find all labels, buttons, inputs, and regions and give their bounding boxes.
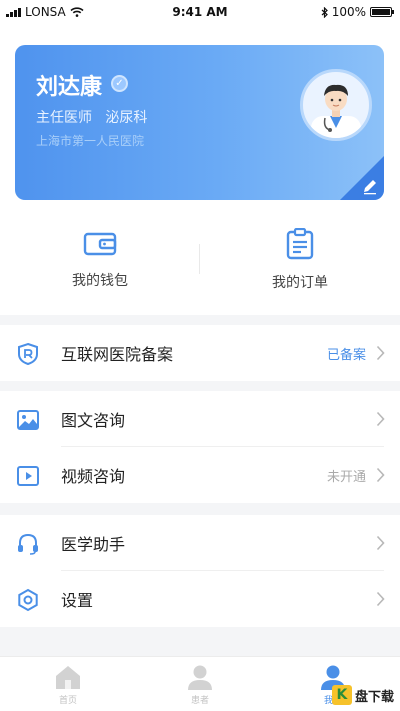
tab-label: 首页 [58,696,77,706]
status-bar: LONSA 9:41 AM 100% [0,0,400,24]
home-icon [56,666,80,689]
wallet-icon [83,232,117,256]
filing-status: 已备案 [326,347,366,363]
video-consult-status: 未开通 [326,469,366,485]
chevron-right-icon [376,345,385,361]
watermark-brand: 盘下载 [354,689,394,705]
doctor-profile-card[interactable]: 刘达康 ✓ 主任医师 泌尿科 上海市第一人民医院 [15,45,384,200]
doctor-hospital: 上海市第一人民医院 [36,134,145,148]
battery-percent: 100% [331,5,366,19]
shield-icon [18,342,38,366]
bluetooth-icon [321,6,328,18]
list-item-label: 视频咨询 [61,467,126,486]
list-item-medical-assistant[interactable]: 医学助手 [0,515,400,571]
doctor-name: 刘达康 [36,75,103,100]
doctor-title: 主任医师 [36,110,92,126]
watermark: K 盘下载 [331,685,394,705]
orders-button[interactable]: 我的订单 [200,228,400,292]
patients-icon [188,665,212,690]
verified-badge-icon: ✓ [111,75,128,92]
doctor-avatar-icon [311,84,361,138]
tab-patients[interactable]: 患者 [160,663,240,706]
orders-label: 我的订单 [272,275,328,291]
doctor-department: 泌尿科 [105,110,148,126]
list-item-video-consult[interactable]: 视频咨询 未开通 [0,447,400,503]
avatar[interactable] [300,69,372,141]
list-item-label: 医学助手 [61,535,126,554]
chevron-right-icon [376,591,385,607]
wallet-label: 我的钱包 [72,273,128,289]
list-item-label: 图文咨询 [61,411,126,430]
tab-bar: 首页 患者 我的 K 盘下载 [0,656,400,711]
list-item-label: 设置 [61,591,94,610]
clipboard-icon [286,228,314,260]
watermark-logo: K [331,685,352,705]
chevron-right-icon [376,535,385,551]
battery-icon [370,7,394,17]
edit-icon[interactable] [361,177,379,195]
image-icon [17,410,39,430]
consultation-section: 图文咨询 视频咨询 未开通 [0,391,400,503]
list-item-internet-hospital-filing[interactable]: 互联网医院备案 已备案 [0,325,400,381]
headset-icon [18,533,38,555]
settings-icon [18,588,38,612]
tools-section: 医学助手 设置 [0,515,400,627]
quick-actions: 我的钱包 我的订单 [0,228,400,300]
video-icon [17,466,39,486]
filing-section: 互联网医院备案 已备案 [0,325,400,381]
list-item-settings[interactable]: 设置 [0,571,400,627]
chevron-right-icon [376,411,385,427]
wallet-button[interactable]: 我的钱包 [0,228,200,290]
tab-label: 患者 [190,696,209,706]
list-item-label: 互联网医院备案 [61,345,174,364]
chevron-right-icon [376,467,385,483]
list-item-image-text-consult[interactable]: 图文咨询 [0,391,400,447]
tab-home[interactable]: 首页 [28,663,108,706]
